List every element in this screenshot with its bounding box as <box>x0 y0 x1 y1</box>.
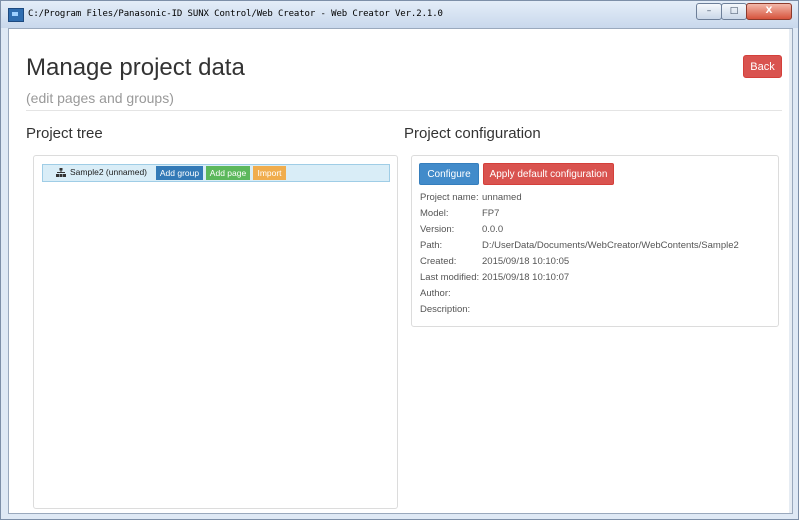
add-page-button[interactable]: Add page <box>206 166 250 180</box>
project-name-value: unnamed <box>482 192 522 203</box>
version-label: Version: <box>420 224 455 235</box>
window-controls: – □ X <box>696 3 792 20</box>
page-title: Manage project data <box>26 54 245 81</box>
header-divider <box>26 110 782 111</box>
app-window: C:/Program Files/Panasonic-ID SUNX Contr… <box>0 0 799 520</box>
created-value: 2015/09/18 10:10:05 <box>482 256 570 267</box>
author-label: Author: <box>420 288 451 299</box>
model-value: FP7 <box>482 208 500 219</box>
maximize-button[interactable]: □ <box>721 3 747 20</box>
project-configuration-heading: Project configuration <box>404 125 541 142</box>
page-content: Manage project data (edit pages and grou… <box>8 28 793 514</box>
sitemap-icon <box>56 168 66 177</box>
tree-node-label[interactable]: Sample2 (unnamed) <box>70 167 147 177</box>
minimize-button[interactable]: – <box>696 3 722 20</box>
project-configuration-panel: Configure Apply default configuration Pr… <box>411 155 779 327</box>
project-tree-heading: Project tree <box>26 125 103 142</box>
configure-button[interactable]: Configure <box>419 163 479 185</box>
app-icon <box>8 8 24 22</box>
add-group-button[interactable]: Add group <box>156 166 203 180</box>
created-label: Created: <box>420 256 457 267</box>
title-bar[interactable]: C:/Program Files/Panasonic-ID SUNX Contr… <box>1 1 798 28</box>
last-modified-label: Last modified: <box>420 272 480 283</box>
description-label: Description: <box>420 304 471 315</box>
import-button[interactable]: Import <box>253 166 286 180</box>
back-button[interactable]: Back <box>743 55 782 78</box>
project-tree-panel: Sample2 (unnamed) Add group Add page Imp… <box>33 155 398 509</box>
tree-node-root[interactable]: Sample2 (unnamed) Add group Add page Imp… <box>42 164 390 182</box>
page-subtitle: (edit pages and groups) <box>26 90 174 106</box>
window-title: C:/Program Files/Panasonic-ID SUNX Contr… <box>28 9 443 19</box>
last-modified-value: 2015/09/18 10:10:07 <box>482 272 570 283</box>
path-value: D:/UserData/Documents/WebCreator/WebCont… <box>482 240 739 251</box>
version-value: 0.0.0 <box>482 224 504 235</box>
project-name-label: Project name: <box>420 192 479 203</box>
model-label: Model: <box>420 208 449 219</box>
close-button[interactable]: X <box>746 3 792 20</box>
path-label: Path: <box>420 240 443 251</box>
apply-default-configuration-button[interactable]: Apply default configuration <box>483 163 614 185</box>
vertical-scrollbar[interactable] <box>789 29 792 513</box>
